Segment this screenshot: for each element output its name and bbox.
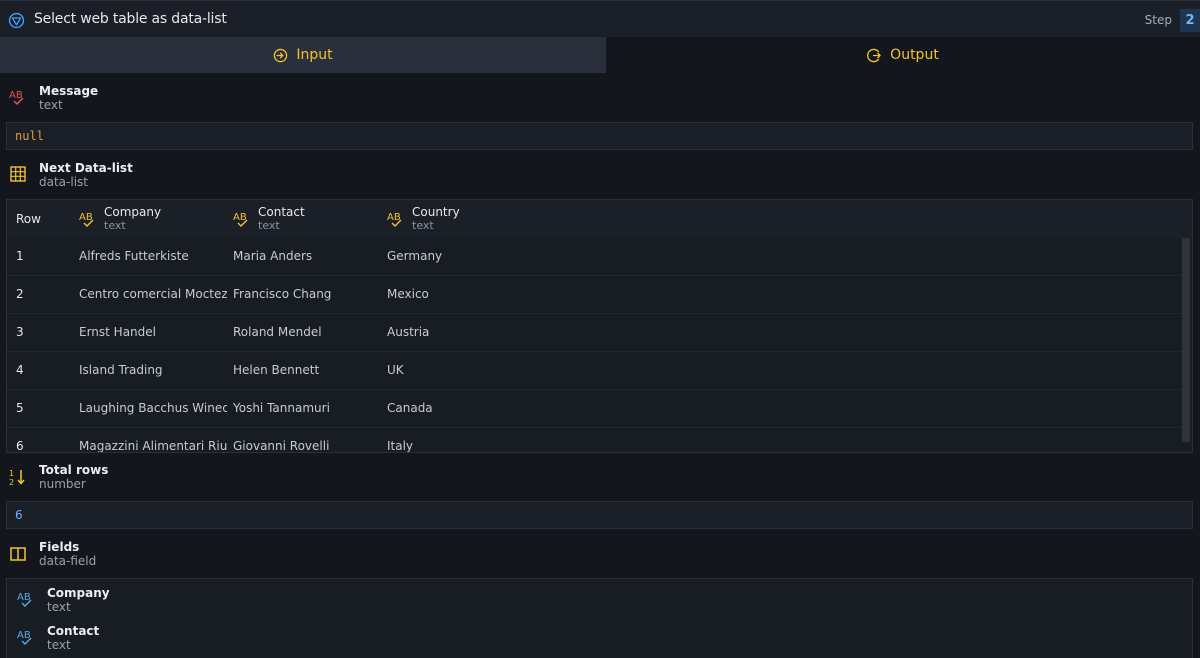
tab-input[interactable]: Input xyxy=(0,37,606,73)
title-bar: Select web table as data-list Step 2 xyxy=(0,0,1200,37)
row-number: 2 xyxy=(16,287,24,301)
cell-company: Centro comercial Moctezuma xyxy=(79,287,227,301)
cell-country: Germany xyxy=(387,249,443,263)
text-type-icon: AB xyxy=(79,212,94,227)
message-value[interactable]: null xyxy=(6,122,1193,150)
cell-company: Alfreds Futterkiste xyxy=(79,249,189,263)
row-number: 1 xyxy=(16,249,24,263)
step-label: Step xyxy=(1144,13,1172,27)
field-type: text xyxy=(47,638,71,652)
field-name: Contact xyxy=(47,624,100,638)
table-row[interactable]: 5 Laughing Bacchus Winecellars Yoshi Tan… xyxy=(7,390,1183,428)
text-type-icon: AB xyxy=(17,592,32,607)
table-row[interactable]: 4 Island Trading Helen Bennett UK xyxy=(7,352,1183,390)
tab-output[interactable]: Output xyxy=(606,37,1200,73)
column-type: text xyxy=(258,219,280,232)
table-header: Row AB Company text AB Contact text AB C… xyxy=(7,200,1192,238)
tab-bar: Input Output xyxy=(0,37,1200,73)
fields-type: data-field xyxy=(39,554,97,568)
fields-name: Fields xyxy=(39,540,80,554)
column-type: text xyxy=(412,219,434,232)
field-type: text xyxy=(47,600,71,614)
total-rows-name: Total rows xyxy=(39,463,109,477)
cell-contact: Francisco Chang xyxy=(233,287,332,301)
table-body: 1 Alfreds Futterkiste Maria Anders Germa… xyxy=(7,238,1183,453)
table-row[interactable]: 6 Magazzini Alimentari Riuniti Giovanni … xyxy=(7,428,1183,453)
table-grid-icon xyxy=(10,166,26,182)
field-item-company[interactable]: AB Company text xyxy=(7,579,1192,617)
sort-number-icon: 1 2 xyxy=(9,469,25,486)
fields-list: AB Company text AB Contact text xyxy=(6,578,1193,658)
cell-country: Italy xyxy=(387,439,414,453)
cell-country: Austria xyxy=(387,325,430,339)
total-rows-type: number xyxy=(39,477,86,491)
svg-text:2: 2 xyxy=(9,478,14,486)
message-name: Message xyxy=(39,84,99,98)
arrow-out-circle-icon xyxy=(867,48,881,62)
message-type: text xyxy=(39,98,63,112)
field-name: Company xyxy=(47,586,110,600)
cell-company: Ernst Handel xyxy=(79,325,156,339)
total-rows-value[interactable]: 6 xyxy=(6,501,1193,529)
row-number: 5 xyxy=(16,401,24,415)
data-list-table[interactable]: Row AB Company text AB Contact text AB C… xyxy=(6,199,1193,453)
text-type-icon: AB xyxy=(9,90,24,105)
tab-input-label: Input xyxy=(296,47,333,63)
cell-country: Canada xyxy=(387,401,433,415)
cell-company: Magazzini Alimentari Riuniti xyxy=(79,439,227,453)
table-row[interactable]: 2 Centro comercial Moctezuma Francisco C… xyxy=(7,276,1183,314)
cell-country: UK xyxy=(387,363,404,377)
cell-contact: Giovanni Rovelli xyxy=(233,439,330,453)
page-title: Select web table as data-list xyxy=(34,11,227,27)
row-column-header: Row xyxy=(16,212,41,226)
cell-company: Laughing Bacchus Winecellars xyxy=(79,401,227,415)
column-name: Company xyxy=(104,205,162,219)
cell-contact: Maria Anders xyxy=(233,249,313,263)
table-row[interactable]: 3 Ernst Handel Roland Mendel Austria xyxy=(7,314,1183,352)
tab-output-label: Output xyxy=(890,47,939,63)
columns-icon xyxy=(10,547,26,561)
row-number: 3 xyxy=(16,325,24,339)
cell-company: Island Trading xyxy=(79,363,163,377)
column-type: text xyxy=(104,219,126,232)
row-number: 4 xyxy=(16,363,24,377)
app-logo-icon xyxy=(8,12,25,29)
text-type-icon: AB xyxy=(17,630,32,645)
cell-contact: Roland Mendel xyxy=(233,325,322,339)
row-number: 6 xyxy=(16,439,24,453)
text-type-icon: AB xyxy=(233,212,248,227)
table-scrollbar[interactable] xyxy=(1182,238,1190,442)
cell-contact: Helen Bennett xyxy=(233,363,320,377)
column-name: Contact xyxy=(258,205,305,219)
cell-contact: Yoshi Tannamuri xyxy=(233,401,330,415)
field-item-contact[interactable]: AB Contact text xyxy=(7,617,1192,655)
arrow-in-circle-icon xyxy=(274,48,288,62)
data-list-name: Next Data-list xyxy=(39,161,133,175)
column-name: Country xyxy=(412,205,460,219)
table-row[interactable]: 1 Alfreds Futterkiste Maria Anders Germa… xyxy=(7,238,1183,276)
data-list-type: data-list xyxy=(39,175,88,189)
text-type-icon: AB xyxy=(387,212,402,227)
step-number-badge[interactable]: 2 xyxy=(1180,9,1200,32)
svg-text:1: 1 xyxy=(9,469,14,478)
cell-country: Mexico xyxy=(387,287,429,301)
